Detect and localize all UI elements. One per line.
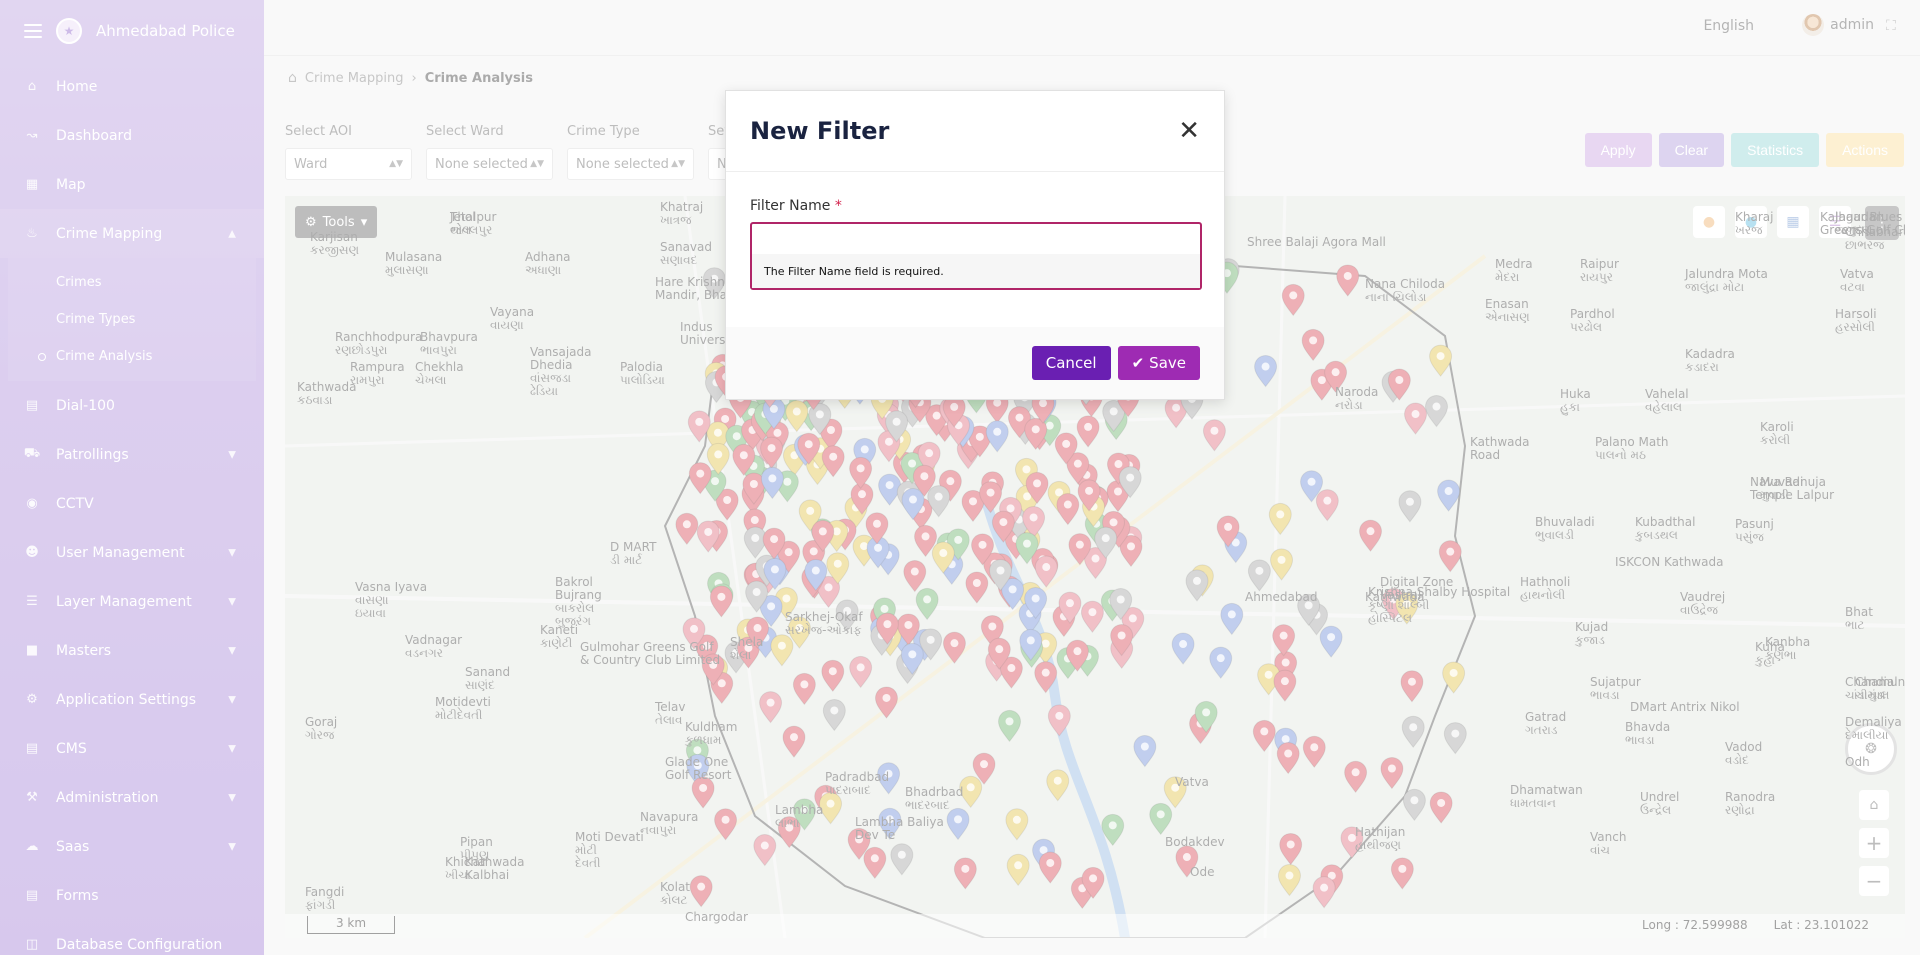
filter-name-field: The Filter Name field is required. (750, 222, 1202, 290)
modal-footer: Cancel ✔ Save (726, 327, 1224, 399)
save-button[interactable]: ✔ Save (1117, 346, 1200, 380)
filter-name-input[interactable] (752, 224, 1200, 254)
close-icon[interactable]: ✕ (1178, 118, 1200, 144)
modal-title: New Filter (750, 117, 890, 145)
save-label: Save (1149, 354, 1186, 372)
required-marker: * (834, 198, 842, 214)
filter-name-label: Filter Name * (750, 198, 1200, 214)
field-label-text: Filter Name (750, 198, 831, 214)
modal-header: New Filter ✕ (726, 91, 1224, 172)
modal-body: Filter Name * The Filter Name field is r… (726, 172, 1224, 290)
cancel-button[interactable]: Cancel (1031, 346, 1111, 380)
new-filter-dialog: New Filter ✕ Filter Name * The Filter Na… (725, 90, 1225, 400)
validation-error: The Filter Name field is required. (752, 254, 1200, 288)
check-icon: ✔ (1131, 354, 1145, 372)
